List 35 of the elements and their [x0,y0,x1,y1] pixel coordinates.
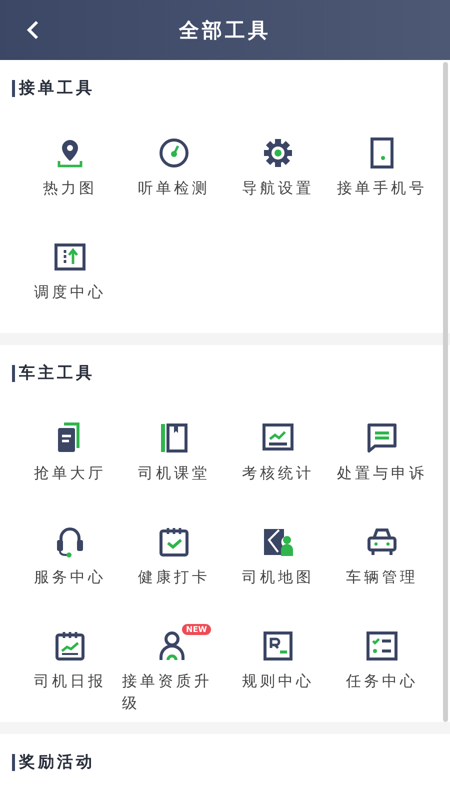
tool-label[interactable]: 司机日报 [34,670,106,692]
section-title: 奖励活动 [19,752,95,773]
tool-label[interactable]: 抢单大厅 [34,462,106,484]
tool-label[interactable]: 调度中心 [34,281,106,303]
message-icon[interactable] [366,422,398,454]
tool-label[interactable]: 健康打卡 [138,566,210,588]
gauge-icon[interactable] [158,137,190,169]
rules-frame-icon[interactable] [262,630,294,662]
tool-label[interactable]: 导航设置 [242,177,314,199]
checklist-icon[interactable] [366,630,398,662]
settings-icon[interactable] [262,137,294,169]
back-icon[interactable] [26,20,40,40]
scrollbar[interactable] [443,62,448,722]
tool-label[interactable]: 司机课堂 [138,462,210,484]
tool-label[interactable]: 车辆管理 [346,566,418,588]
calendar-check-icon[interactable] [158,526,190,558]
tool-label[interactable]: 考核统计 [242,462,314,484]
section-title: 接单工具 [19,78,95,99]
map-person-icon[interactable] [262,526,294,558]
tool-label[interactable]: 接单手机号 [337,177,427,199]
tool-label[interactable]: 司机地图 [242,566,314,588]
new-badge: NEW [182,624,211,635]
tool-label[interactable]: 处置与申诉 [337,462,427,484]
tool-label[interactable]: 热力图 [43,177,97,199]
car-icon[interactable] [366,526,398,558]
calendar-chart-icon[interactable] [54,630,86,662]
headset-icon[interactable] [54,526,86,558]
page-title: 全部工具 [179,16,271,44]
tool-label[interactable]: 服务中心 [34,566,106,588]
tool-label[interactable]: 规则中心 [242,670,314,692]
tool-label[interactable]: 任务中心 [346,670,418,692]
tool-label[interactable]: 接单资质升级 [122,670,226,714]
section-title: 车主工具 [19,363,95,384]
tool-label[interactable]: 听单检测 [138,177,210,199]
book-icon[interactable] [158,422,190,454]
